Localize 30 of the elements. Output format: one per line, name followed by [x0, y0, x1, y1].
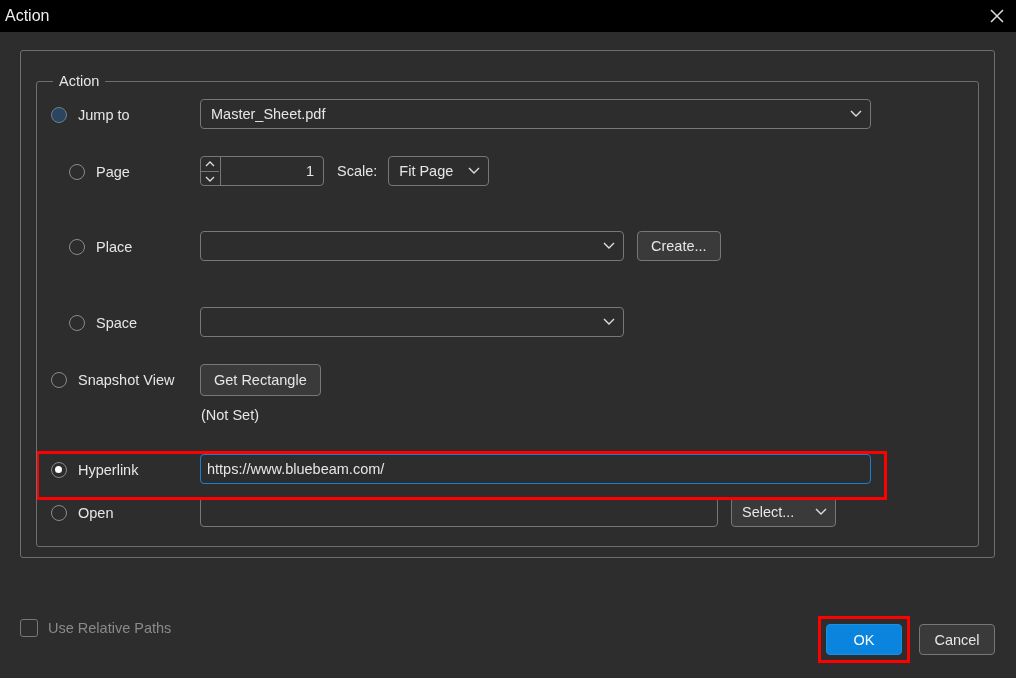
page-spinner[interactable]: 1 — [200, 156, 324, 186]
close-icon[interactable] — [990, 9, 1004, 23]
option-label: Jump to — [78, 107, 130, 123]
space-dropdown[interactable] — [200, 307, 624, 337]
chevron-down-icon — [603, 318, 615, 326]
scale-dropdown[interactable]: Fit Page — [388, 156, 490, 186]
chevron-down-icon — [850, 110, 862, 118]
window-title: Action — [5, 7, 50, 25]
create-button[interactable]: Create... — [637, 231, 721, 261]
group-legend: Action — [53, 74, 106, 89]
ok-button[interactable]: OK — [826, 624, 902, 655]
chevron-down-icon — [468, 167, 481, 175]
option-label: Place — [96, 239, 133, 255]
url-field[interactable]: https://www.bluebeam.com/ — [200, 454, 871, 484]
file-dropdown[interactable]: Master_Sheet.pdf — [200, 99, 871, 129]
option-label: Open — [78, 505, 114, 521]
place-dropdown[interactable] — [200, 231, 624, 261]
scale-label: Scale: — [337, 163, 378, 179]
file-path-field[interactable] — [200, 497, 718, 527]
option-label: Hyperlink — [78, 462, 139, 478]
option-label: Space — [96, 315, 138, 331]
option-label: Snapshot View — [78, 372, 175, 388]
checkbox-label: Use Relative Paths — [48, 620, 172, 636]
chevron-down-icon — [815, 508, 827, 516]
chevron-down-icon — [603, 242, 615, 250]
radio-button[interactable] — [51, 107, 67, 123]
cancel-button[interactable]: Cancel — [919, 624, 995, 655]
status-text: (Not Set) — [200, 407, 259, 423]
get-rectangle-button[interactable]: Get Rectangle — [200, 364, 321, 396]
option-label: Page — [96, 164, 130, 180]
